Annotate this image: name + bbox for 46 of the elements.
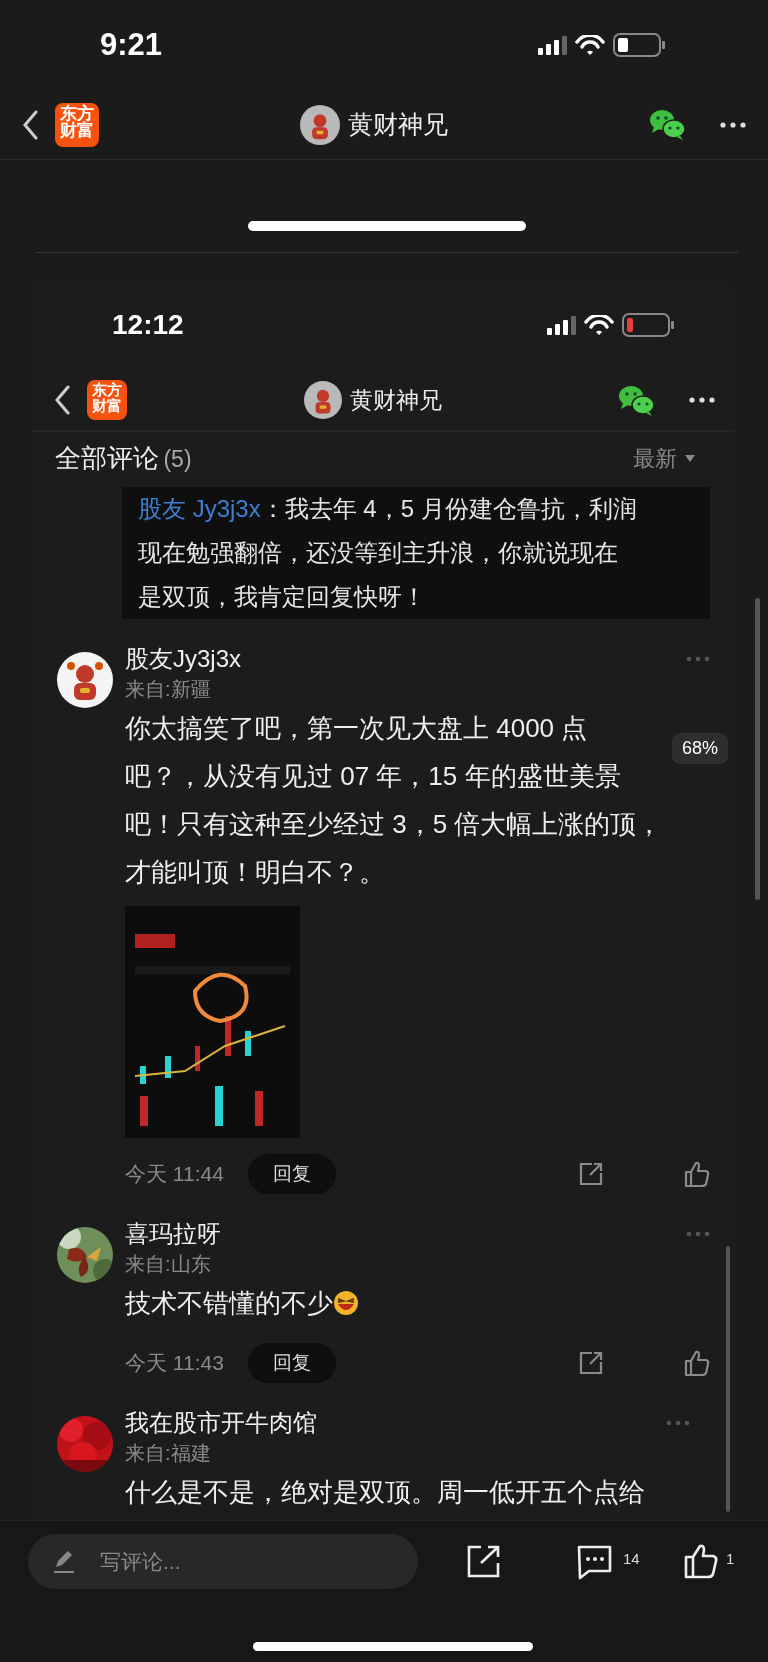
wifi-icon [575, 34, 605, 56]
page-title: 黄财神兄 [349, 385, 442, 415]
like-count: 1 [726, 1549, 735, 1569]
wechat-share-icon[interactable] [618, 383, 655, 417]
author-location: 来自:福建 [125, 1441, 212, 1466]
reply-button[interactable]: 回复 [247, 1343, 336, 1383]
signal-icon [547, 315, 576, 335]
comment-text: 你太搞笑了吧，第一次见大盘上 4000 点 吧？，从没有见过 07 年，15 年的盛世美景 吧！只有这种至少经过 3，5 倍大幅上涨的顶， 才能叫顶！明白不？。 [125, 712, 663, 889]
comment-text: 什么是不是，绝对是双顶。周一低开五个点给 [125, 1476, 645, 1509]
comment-text: 技术不错懂的不少 [125, 1287, 333, 1320]
more-icon[interactable] [720, 121, 746, 128]
app-logo[interactable]: 东方 财富 [55, 102, 99, 147]
scroll-percentage: 68% [672, 733, 729, 764]
comment-count: 14 [623, 1549, 640, 1569]
signal-icon [538, 35, 567, 55]
page-title: 黄财神兄 [348, 108, 448, 140]
author-location: 来自:新疆 [125, 677, 212, 702]
quoted-reply: 股友 Jy3j3x：我去年 4，5 月份建仓鲁抗，利润 现在勉强翻倍，还没等到主升浪，你就说现在 是双顶，我肯定回复快呀！ [138, 494, 638, 612]
avatar-icon [300, 104, 340, 145]
avatar-icon [303, 381, 342, 419]
comment-time: 今天 11:44 [125, 1161, 224, 1188]
reply-button[interactable]: 回复 [247, 1154, 336, 1194]
thumbs-up-icon[interactable] [684, 1160, 710, 1188]
battery-icon [613, 33, 666, 57]
wechat-share-icon[interactable] [649, 108, 686, 141]
comment-icon[interactable] [577, 1543, 612, 1580]
comment-time: 今天 11:43 [125, 1350, 224, 1377]
author-location: 来自:山东 [125, 1252, 212, 1277]
caret-icon [685, 454, 695, 462]
wifi-icon [584, 314, 614, 336]
author-name: 喜玛拉呀 [125, 1219, 221, 1249]
back-icon[interactable] [22, 109, 39, 140]
app-logo[interactable]: 东方 财富 [87, 380, 127, 420]
user-link[interactable]: 股友 Jy3j3x [138, 495, 261, 522]
back-icon[interactable] [54, 385, 71, 415]
thumbs-up-icon[interactable] [684, 1349, 710, 1377]
author-name: 我在股市开牛肉馆 [125, 1408, 317, 1438]
comment-input[interactable]: 写评论... [28, 1534, 418, 1589]
battery-icon [622, 313, 675, 337]
status-time: 12:12 [112, 308, 184, 342]
status-time: 9:21 [100, 25, 163, 64]
laughing-emoji-icon [333, 1290, 359, 1316]
comments-heading: 全部评论 (5) [55, 441, 192, 475]
sort-dropdown[interactable]: 最新 [633, 441, 695, 475]
author-name: 股友Jy3j3x [125, 644, 242, 674]
more-icon[interactable] [689, 397, 715, 403]
